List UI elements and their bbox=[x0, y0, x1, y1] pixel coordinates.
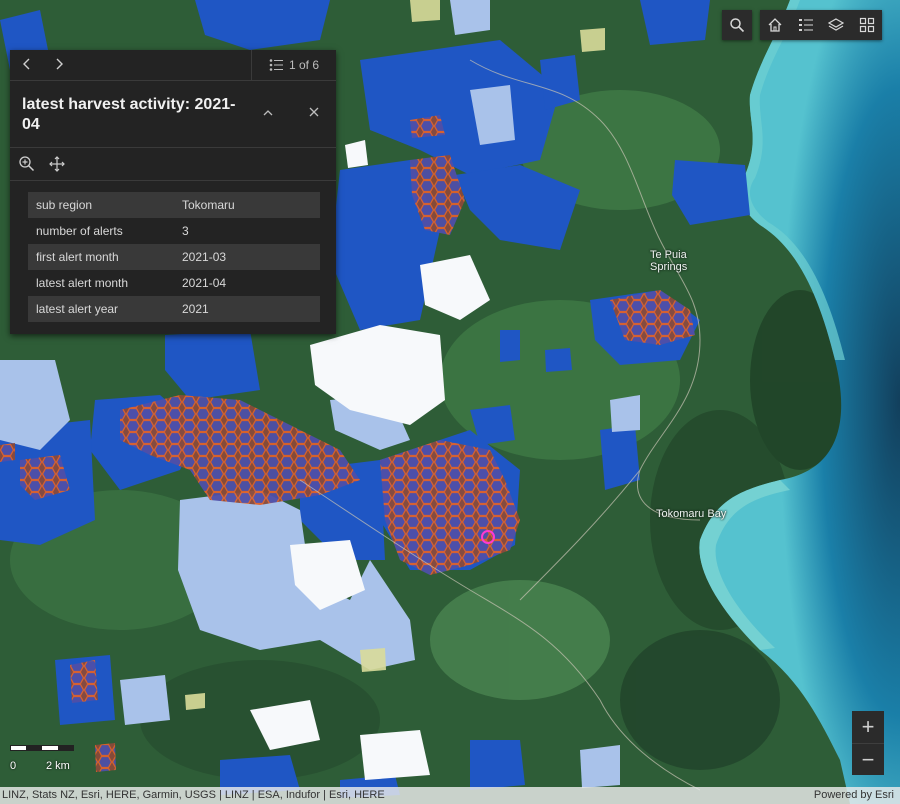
legend-icon bbox=[798, 19, 813, 31]
map-toolbar bbox=[760, 10, 882, 40]
close-icon bbox=[309, 107, 319, 117]
chevron-right-icon bbox=[56, 58, 63, 70]
table-row: latest alert year 2021 bbox=[28, 296, 320, 322]
chevron-left-icon bbox=[23, 58, 30, 70]
popup-navigation: 1 of 6 bbox=[10, 50, 336, 81]
scale-zero-label: 0 bbox=[10, 760, 17, 772]
field-value: 2021-04 bbox=[182, 276, 227, 290]
scale-bar-graphic bbox=[10, 745, 74, 751]
feature-popup: 1 of 6 latest harvest activity: 2021-04 … bbox=[10, 50, 336, 334]
popup-header: latest harvest activity: 2021-04 bbox=[10, 81, 336, 148]
basemap-gallery-button[interactable] bbox=[852, 10, 883, 40]
attribute-table: sub region Tokomaru number of alerts 3 f… bbox=[28, 192, 320, 322]
attribution-text: LINZ, Stats NZ, Esri, HERE, Garmin, USGS… bbox=[2, 789, 385, 801]
layers-button[interactable] bbox=[821, 10, 852, 40]
zoom-out-button[interactable]: − bbox=[852, 743, 884, 776]
field-key: first alert month bbox=[28, 244, 174, 270]
field-value: 3 bbox=[182, 224, 189, 238]
field-value: Tokomaru bbox=[174, 192, 320, 218]
search-icon bbox=[730, 18, 745, 33]
legend-button[interactable] bbox=[791, 10, 822, 40]
field-key: latest alert month bbox=[36, 276, 129, 290]
chevron-up-icon bbox=[263, 110, 273, 116]
zoom-control: + − bbox=[852, 711, 884, 775]
feature-list-button[interactable]: 1 of 6 bbox=[251, 50, 336, 80]
pager-text: 1 of 6 bbox=[288, 58, 320, 72]
pan-icon bbox=[49, 156, 65, 172]
place-label-te-puia-springs: Te Puia Springs bbox=[650, 249, 688, 273]
attribution-bar[interactable]: LINZ, Stats NZ, Esri, HERE, Garmin, USGS… bbox=[0, 787, 900, 804]
home-button[interactable] bbox=[760, 10, 791, 40]
scale-bar: 0 2 km bbox=[10, 744, 74, 774]
table-row: latest alert month 2021-04 bbox=[28, 270, 320, 296]
popup-title: latest harvest activity: 2021-04 bbox=[22, 96, 236, 133]
pan-to-button[interactable] bbox=[48, 155, 66, 173]
zoom-to-button[interactable] bbox=[18, 155, 36, 173]
field-value: 2021 bbox=[174, 296, 320, 322]
table-row: first alert month 2021-03 bbox=[28, 244, 320, 270]
zoom-to-icon bbox=[19, 156, 35, 172]
next-feature-button[interactable] bbox=[50, 56, 68, 74]
home-icon bbox=[768, 18, 782, 32]
list-icon bbox=[269, 59, 283, 71]
table-row: number of alerts 3 bbox=[28, 218, 320, 244]
basemap-gallery-icon bbox=[859, 17, 874, 33]
collapse-button[interactable] bbox=[260, 106, 276, 122]
place-label-tokomaru-bay: Tokomaru Bay bbox=[656, 508, 727, 520]
layers-icon bbox=[828, 18, 845, 31]
popup-actions bbox=[10, 148, 336, 181]
search-button[interactable] bbox=[722, 10, 752, 40]
field-key: sub region bbox=[28, 192, 174, 218]
table-row: sub region Tokomaru bbox=[28, 192, 320, 218]
field-key: latest alert year bbox=[28, 296, 174, 322]
powered-by-esri[interactable]: Powered by Esri bbox=[814, 787, 894, 804]
close-button[interactable] bbox=[306, 106, 322, 122]
zoom-in-button[interactable]: + bbox=[852, 711, 884, 743]
scale-distance-label: 2 km bbox=[46, 760, 70, 772]
previous-feature-button[interactable] bbox=[18, 56, 36, 74]
field-value: 2021-03 bbox=[174, 244, 320, 270]
field-key: number of alerts bbox=[36, 224, 123, 238]
